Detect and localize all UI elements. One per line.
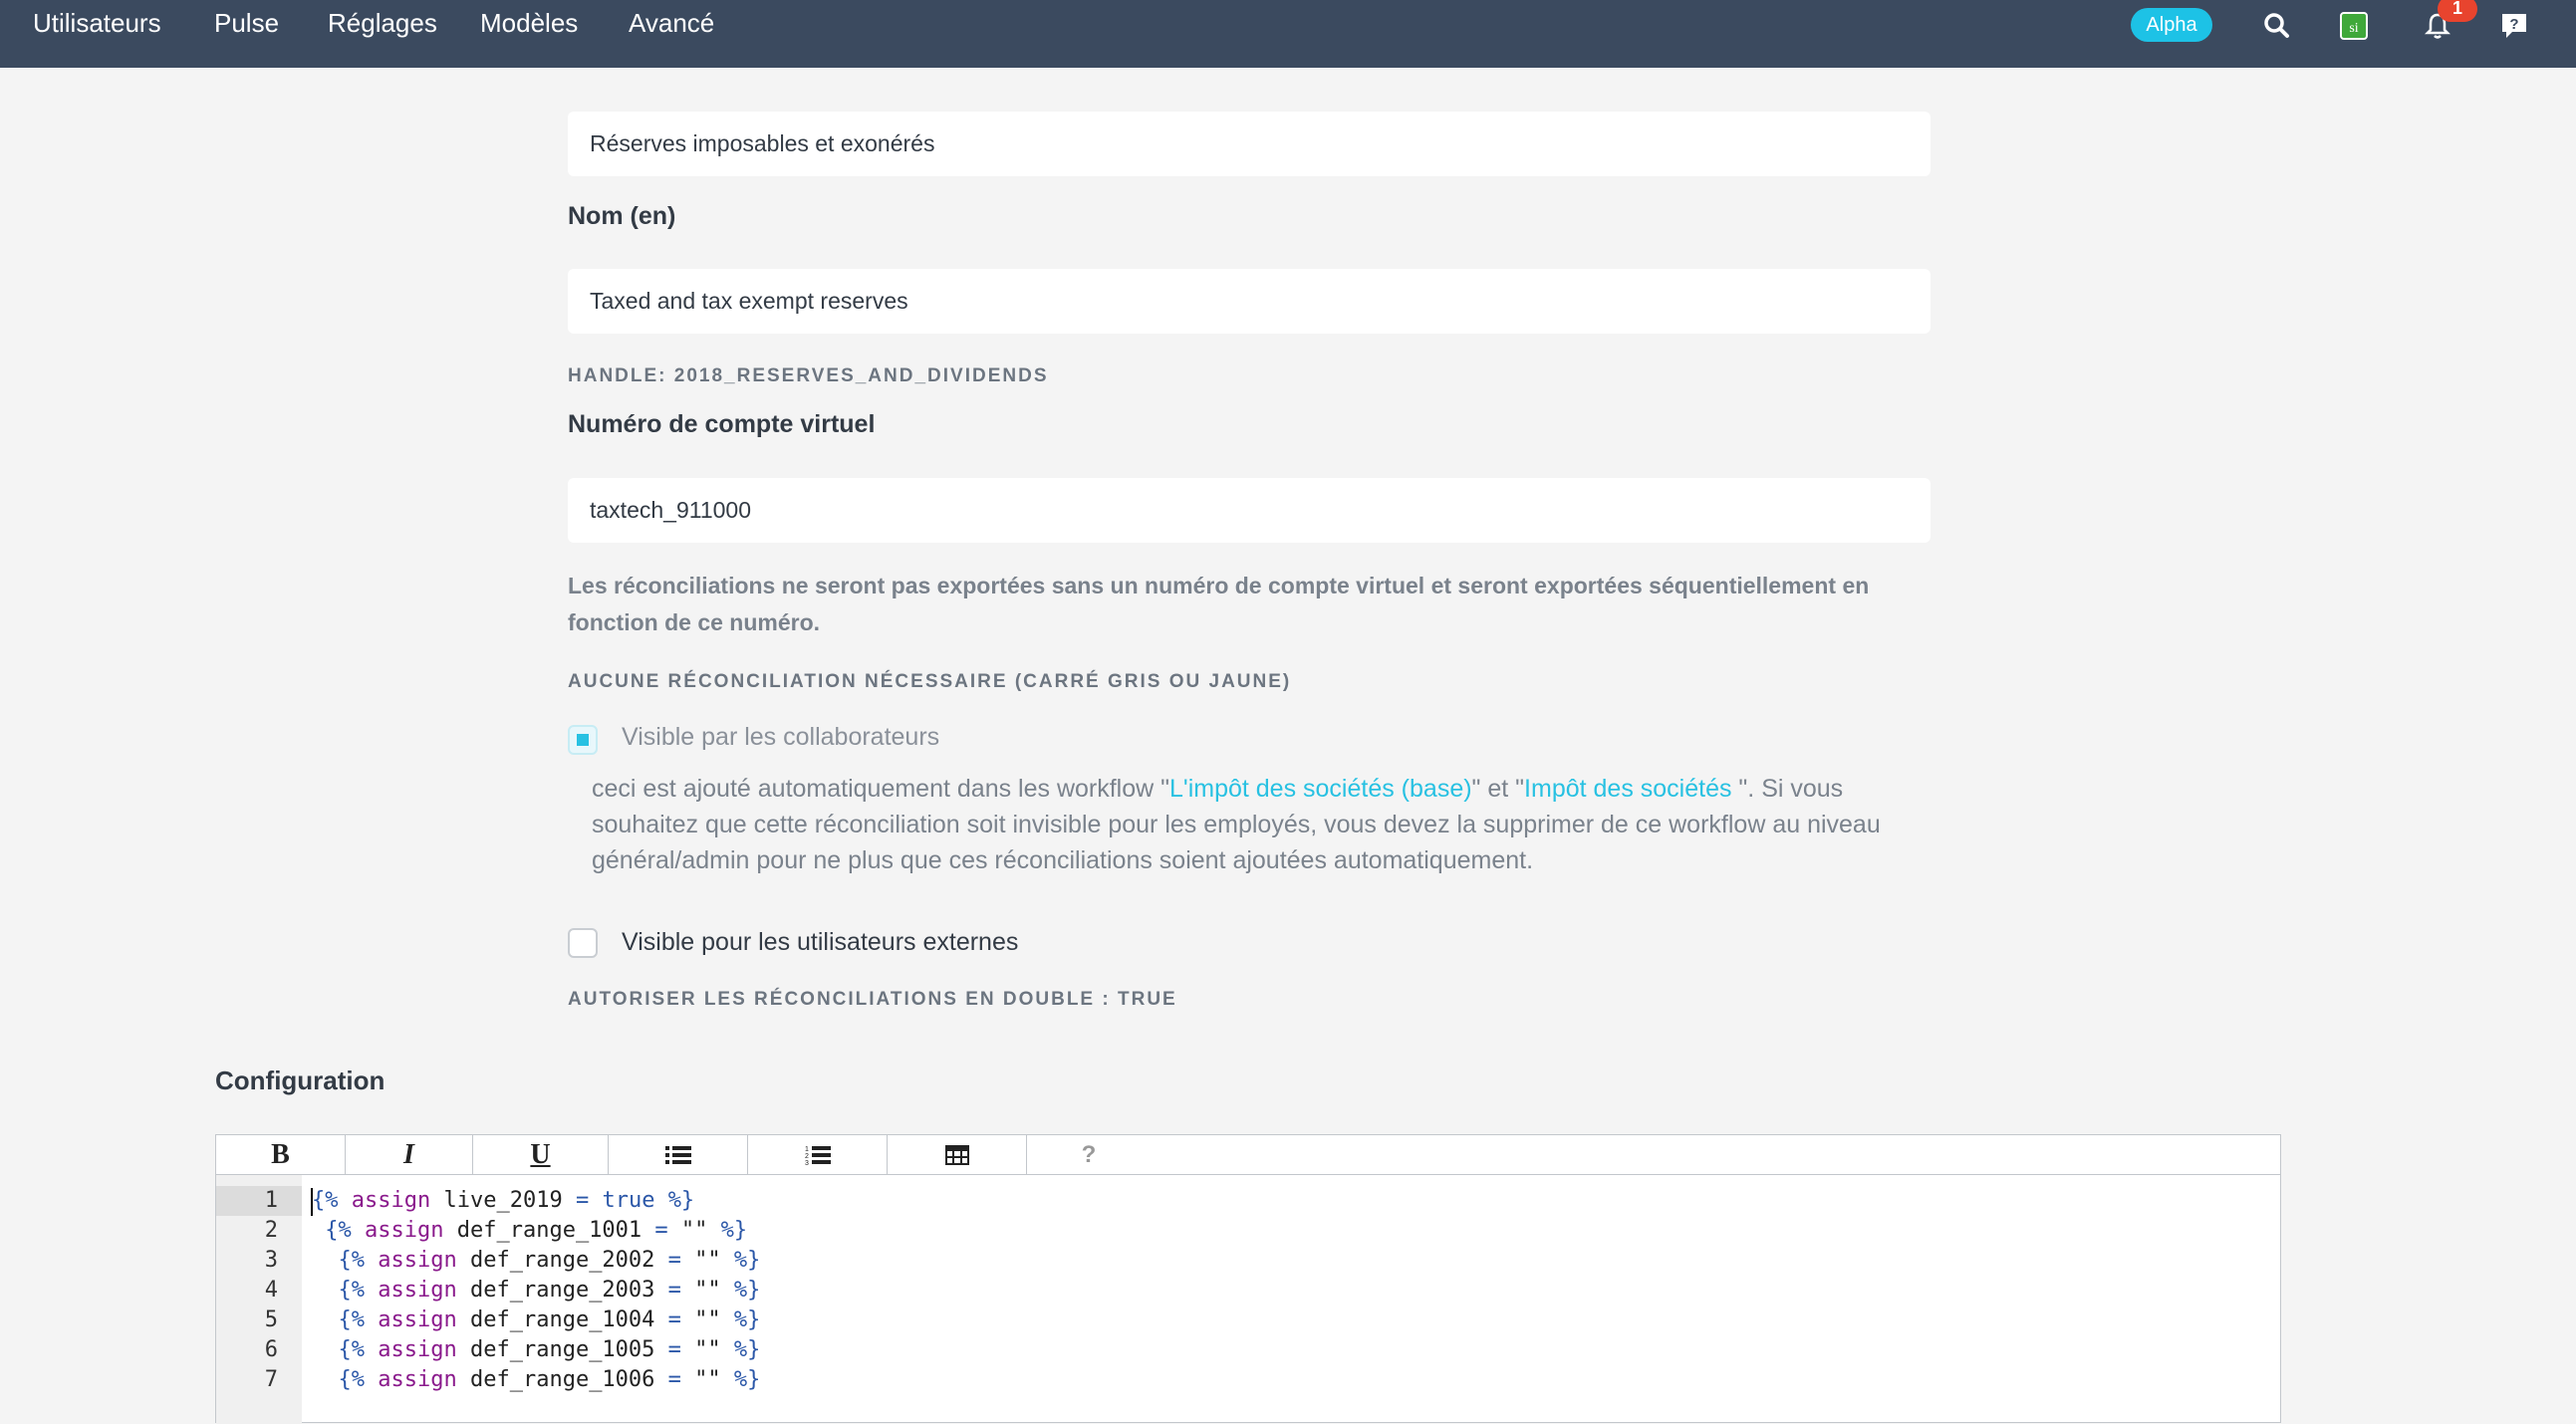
name-en-label: Nom (en) bbox=[568, 202, 676, 230]
line-number: 3 bbox=[264, 1248, 278, 1273]
notification-count-badge: 1 bbox=[2438, 0, 2477, 22]
nav-item-avance[interactable]: Avancé bbox=[629, 8, 714, 38]
link-impot-societes-base[interactable]: L'impôt des sociétés (base) bbox=[1169, 775, 1472, 803]
table-button[interactable] bbox=[888, 1135, 1027, 1174]
text-cursor bbox=[311, 1188, 313, 1216]
line-number: 6 bbox=[264, 1337, 278, 1362]
editor-toolbar: B I U 123 ? bbox=[216, 1135, 2280, 1175]
code-line: {% assign def_range_1005 = "" %} bbox=[338, 1337, 761, 1362]
visible-collaborators-checkbox[interactable] bbox=[568, 725, 598, 755]
code-line: {% assign def_range_1004 = "" %} bbox=[338, 1307, 761, 1332]
account-help-text: Les réconciliations ne seront pas export… bbox=[568, 573, 1870, 635]
code-line: {% assign def_range_2002 = "" %} bbox=[338, 1248, 761, 1273]
numbered-list-button[interactable]: 123 bbox=[748, 1135, 888, 1174]
editor-gutter: 1 2 3 4 5 6 7 bbox=[216, 1175, 302, 1424]
note-mid: " et " bbox=[1471, 775, 1525, 803]
account-number-label: Numéro de compte virtuel bbox=[568, 410, 876, 438]
line-number: 7 bbox=[264, 1367, 278, 1392]
workflow-note: ceci est ajouté automatiquement dans les… bbox=[592, 771, 1932, 878]
visible-external-checkbox[interactable] bbox=[568, 928, 598, 958]
link-impot-societes[interactable]: Impôt des sociétés bbox=[1524, 775, 1731, 803]
underline-button[interactable]: U bbox=[473, 1135, 609, 1174]
bullet-list-icon bbox=[664, 1146, 691, 1164]
code-line: {% assign def_range_1006 = "" %} bbox=[338, 1367, 761, 1392]
svg-text:1: 1 bbox=[805, 1146, 809, 1153]
silverfin-app-icon[interactable]: si bbox=[2338, 10, 2370, 42]
liquid-code-editor[interactable]: B I U 123 ? 1 2 3 4 5 6 7 {% assign live… bbox=[215, 1134, 2281, 1424]
line-number: 4 bbox=[264, 1278, 278, 1303]
svg-text:si: si bbox=[2349, 21, 2358, 36]
search-icon[interactable] bbox=[2261, 10, 2293, 42]
no-reconciliation-label: AUCUNE RÉCONCILIATION NÉCESSAIRE (CARRÉ … bbox=[568, 671, 1292, 692]
svg-text:3: 3 bbox=[805, 1160, 809, 1166]
numbered-list-icon: 123 bbox=[805, 1146, 831, 1167]
note-prefix: ceci est ajouté automatiquement dans les… bbox=[592, 775, 1170, 803]
nav-item-reglages[interactable]: Réglages bbox=[328, 8, 437, 38]
configuration-title: Configuration bbox=[215, 1066, 386, 1095]
account-number-value: taxtech_911000 bbox=[590, 497, 751, 523]
visible-external-label: Visible pour les utilisateurs externes bbox=[622, 928, 1019, 956]
nav-item-utilisateurs[interactable]: Utilisateurs bbox=[33, 8, 161, 38]
account-number-field[interactable]: taxtech_911000 bbox=[568, 478, 1931, 543]
line-number: 5 bbox=[264, 1307, 278, 1332]
help-chat-icon[interactable]: ? bbox=[2498, 10, 2530, 42]
line-number: 2 bbox=[264, 1218, 278, 1243]
help-button[interactable]: ? bbox=[1027, 1135, 1151, 1174]
italic-button[interactable]: I bbox=[346, 1135, 473, 1174]
name-en-value: Taxed and tax exempt reserves bbox=[590, 288, 908, 314]
code-line: {% assign def_range_1001 = "" %} bbox=[325, 1218, 748, 1243]
visible-collaborators-label: Visible par les collaborateurs bbox=[622, 723, 940, 751]
name-fr-field[interactable]: Réserves imposables et exonérés bbox=[568, 112, 1931, 176]
bullet-list-button[interactable] bbox=[609, 1135, 748, 1174]
allow-duplicates-label: AUTORISER LES RÉCONCILIATIONS EN DOUBLE … bbox=[568, 989, 1177, 1010]
active-line-highlight bbox=[216, 1186, 302, 1216]
code-line: {% assign def_range_2003 = "" %} bbox=[338, 1278, 761, 1303]
code-line: {% assign live_2019 = true %} bbox=[312, 1188, 695, 1213]
table-icon bbox=[944, 1145, 969, 1165]
bold-button[interactable]: B bbox=[216, 1135, 346, 1174]
top-navigation-bar: Utilisateurs Pulse Réglages Modèles Avan… bbox=[0, 0, 2576, 68]
svg-text:2: 2 bbox=[805, 1153, 809, 1160]
alpha-badge[interactable]: Alpha bbox=[2131, 8, 2212, 42]
svg-text:?: ? bbox=[2509, 16, 2518, 33]
nav-item-modeles[interactable]: Modèles bbox=[480, 8, 578, 38]
nav-item-pulse[interactable]: Pulse bbox=[214, 8, 279, 38]
checkbox-check-mark bbox=[577, 734, 589, 746]
handle-label: HANDLE: 2018_RESERVES_AND_DIVIDENDS bbox=[568, 365, 1049, 386]
line-number: 1 bbox=[264, 1188, 278, 1213]
name-fr-value: Réserves imposables et exonérés bbox=[590, 130, 935, 156]
name-en-field[interactable]: Taxed and tax exempt reserves bbox=[568, 269, 1931, 334]
